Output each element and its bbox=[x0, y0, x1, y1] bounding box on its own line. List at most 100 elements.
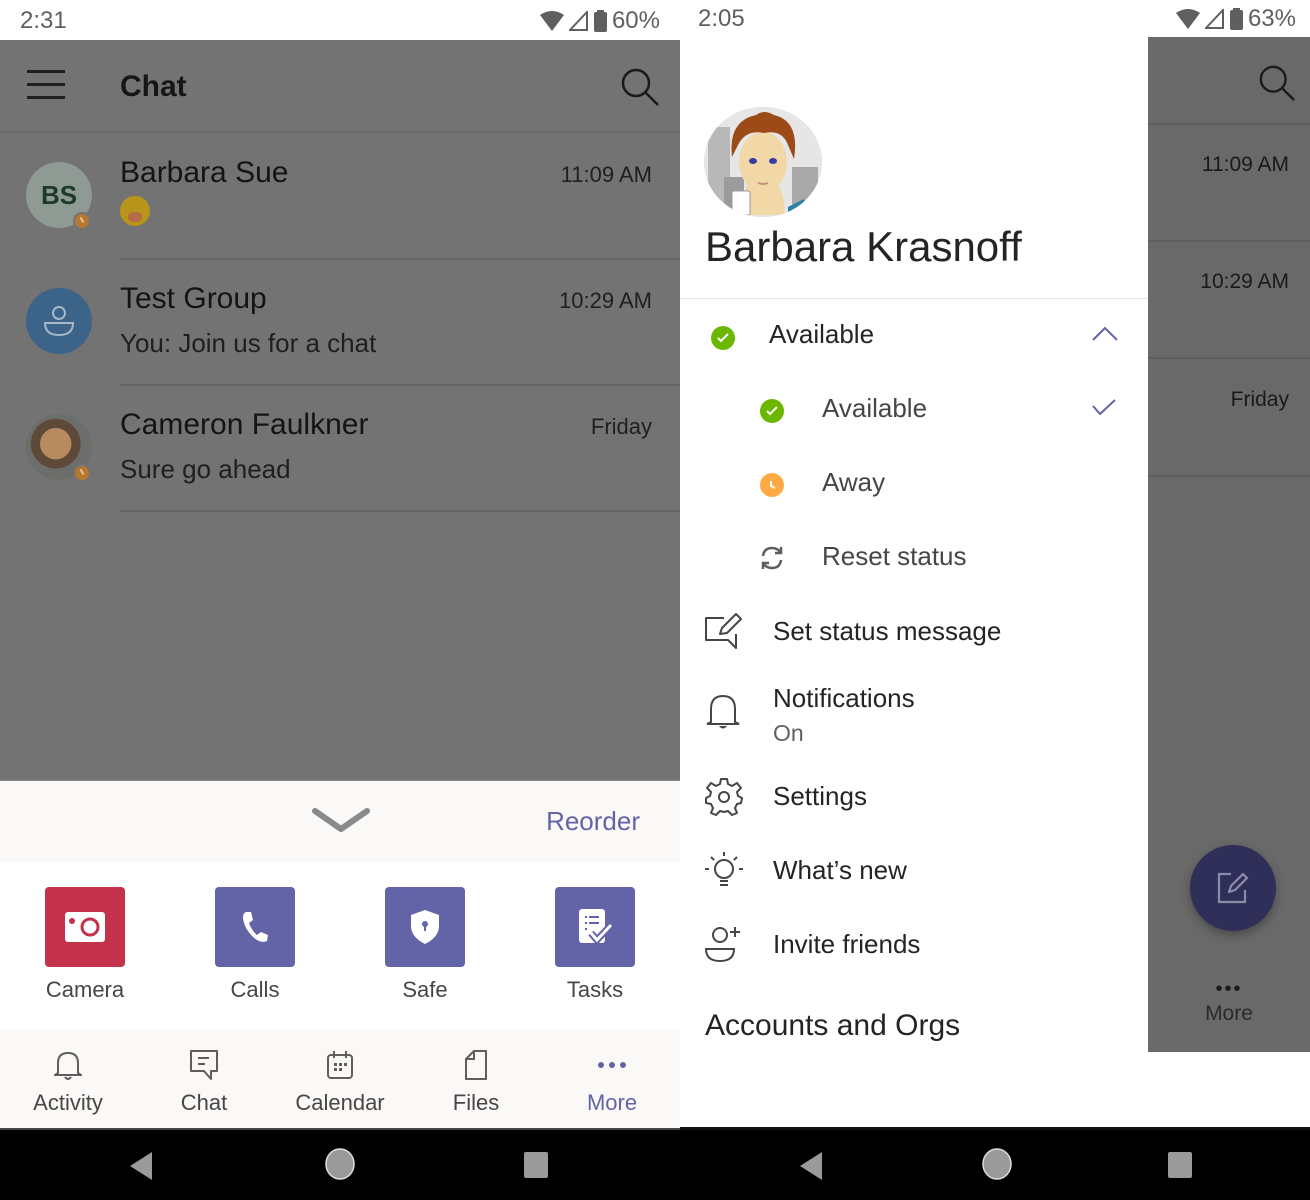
nav-more[interactable]: More bbox=[544, 1048, 680, 1116]
available-status-icon bbox=[760, 399, 784, 423]
app-safe[interactable]: Safe bbox=[365, 887, 485, 1003]
menu-item-set-status-message[interactable]: Set status message bbox=[680, 602, 1148, 662]
page-title: Chat bbox=[120, 70, 187, 103]
divider bbox=[1148, 123, 1310, 125]
available-status-icon bbox=[711, 326, 735, 350]
back-icon[interactable] bbox=[130, 1152, 154, 1185]
chat-name: Cameron Faulkner bbox=[120, 408, 369, 441]
menu-item-label: Set status message bbox=[773, 616, 1002, 646]
menu-item-label: What’s new bbox=[773, 855, 907, 885]
cell-signal-icon bbox=[1204, 9, 1225, 29]
divider bbox=[680, 298, 1148, 299]
status-option-reset[interactable]: Reset status bbox=[680, 527, 1148, 587]
chat-time: Friday bbox=[590, 414, 652, 439]
status-selector[interactable]: Available bbox=[680, 305, 1148, 365]
reorder-button[interactable]: Reorder bbox=[546, 806, 640, 837]
search-icon[interactable] bbox=[620, 67, 660, 112]
app-tasks[interactable]: Tasks bbox=[535, 887, 655, 1003]
edit-message-icon bbox=[704, 612, 744, 657]
home-icon[interactable] bbox=[325, 1148, 355, 1185]
file-icon bbox=[408, 1048, 544, 1082]
app-label: Calls bbox=[230, 977, 280, 1002]
notifications-state: On bbox=[773, 720, 804, 746]
wifi-icon bbox=[539, 11, 564, 31]
nav-label: Files bbox=[452, 1090, 500, 1115]
hamburger-menu-icon[interactable] bbox=[27, 70, 65, 100]
add-person-icon bbox=[704, 925, 744, 970]
divider bbox=[1148, 357, 1310, 359]
left-phone-screen: 2:31 60% Chat BS Barbara Sue 11:09 AM Te… bbox=[0, 0, 680, 1200]
battery-percent: 60% bbox=[611, 7, 660, 34]
group-icon bbox=[43, 306, 75, 337]
accounts-section-title: Accounts and Orgs bbox=[705, 1009, 961, 1042]
emoji-face-hand-over-mouth-icon bbox=[120, 196, 150, 226]
chat-item-cameron-faulkner[interactable]: Cameron Faulkner Sure go ahead Friday bbox=[0, 386, 680, 512]
app-calls[interactable]: Calls bbox=[195, 887, 315, 1003]
nav-more[interactable]: ••• More bbox=[1148, 978, 1310, 1026]
chat-preview: Sure go ahead bbox=[120, 454, 291, 484]
profile-drawer: Barbara Krasnoff Available Available Awa… bbox=[680, 37, 1148, 1130]
nav-activity[interactable]: Activity bbox=[0, 1048, 136, 1116]
new-chat-button[interactable] bbox=[1190, 845, 1276, 931]
clock: 2:31 bbox=[20, 7, 67, 34]
nav-label: More bbox=[586, 1090, 638, 1115]
profile-name: Barbara Krasnoff bbox=[705, 223, 1022, 270]
menu-item-invite-friends[interactable]: Invite friends bbox=[680, 915, 1148, 975]
menu-item-settings[interactable]: Settings bbox=[680, 767, 1148, 827]
divider bbox=[120, 510, 680, 512]
more-icon: ••• bbox=[1215, 978, 1243, 1000]
app-header: Chat bbox=[0, 40, 680, 133]
search-icon[interactable] bbox=[1258, 64, 1296, 107]
chat-item-barbara-sue[interactable]: BS Barbara Sue 11:09 AM bbox=[0, 134, 680, 260]
chat-icon bbox=[136, 1048, 272, 1082]
chat-item-test-group[interactable]: Test Group You: Join us for a chat 10:29… bbox=[0, 260, 680, 386]
camera-icon bbox=[45, 887, 125, 967]
back-icon[interactable] bbox=[800, 1152, 824, 1185]
home-icon[interactable] bbox=[982, 1148, 1012, 1185]
away-status-icon bbox=[760, 473, 784, 497]
status-option-label: Available bbox=[822, 393, 928, 423]
status-option-away[interactable]: Away bbox=[680, 453, 1148, 513]
sheet-header: Reorder bbox=[0, 780, 680, 862]
battery-percent: 63% bbox=[1247, 5, 1296, 32]
status-bar: 2:31 60% bbox=[0, 0, 680, 40]
apps-row: Camera Calls Safe Tasks bbox=[0, 862, 680, 1027]
app-label: Camera bbox=[45, 977, 125, 1002]
status-option-available[interactable]: Available bbox=[680, 379, 1148, 439]
menu-item-label: Settings bbox=[773, 781, 867, 811]
android-nav-bar bbox=[0, 1130, 680, 1200]
recents-icon[interactable] bbox=[1168, 1152, 1192, 1183]
status-bar: 2:05 63% bbox=[680, 0, 1310, 40]
battery-icon bbox=[593, 10, 607, 32]
clock: 2:05 bbox=[698, 5, 745, 32]
nav-files[interactable]: Files bbox=[408, 1048, 544, 1116]
status-option-label: Reset status bbox=[822, 541, 967, 571]
away-status-icon bbox=[73, 464, 91, 482]
cell-signal-icon bbox=[568, 11, 589, 31]
profile-avatar[interactable] bbox=[704, 107, 822, 217]
app-camera[interactable]: Camera bbox=[25, 887, 145, 1003]
chat-name: Test Group bbox=[120, 282, 267, 315]
recents-icon[interactable] bbox=[524, 1152, 548, 1183]
phone-icon bbox=[215, 887, 295, 967]
checkmark-icon bbox=[1092, 399, 1116, 420]
nav-calendar[interactable]: Calendar bbox=[272, 1048, 408, 1116]
bottom-nav: Activity Chat Calendar Files More bbox=[0, 1030, 680, 1130]
chevron-down-icon[interactable] bbox=[311, 807, 371, 840]
app-label: Safe bbox=[402, 977, 448, 1002]
chat-screen-dimmed: 11:09 AM 10:29 AM Friday ••• More bbox=[1148, 37, 1310, 1052]
chat-time: 11:09 AM bbox=[560, 162, 652, 187]
lightbulb-icon bbox=[704, 851, 744, 896]
menu-item-whats-new[interactable]: What’s new bbox=[680, 841, 1148, 901]
chevron-up-icon[interactable] bbox=[1092, 326, 1118, 346]
calendar-icon bbox=[272, 1048, 408, 1082]
nav-label: More bbox=[1205, 1002, 1253, 1025]
nav-label: Calendar bbox=[295, 1090, 385, 1115]
battery-icon bbox=[1229, 8, 1243, 30]
nav-chat[interactable]: Chat bbox=[136, 1048, 272, 1116]
menu-item-label: Notifications bbox=[773, 683, 915, 713]
right-phone-screen: 2:05 63% 11:09 AM 10:29 AM Friday ••• Mo… bbox=[680, 0, 1310, 1200]
bell-icon bbox=[0, 1048, 136, 1082]
menu-item-notifications[interactable]: Notifications On bbox=[680, 677, 1148, 753]
wifi-icon bbox=[1175, 9, 1200, 29]
